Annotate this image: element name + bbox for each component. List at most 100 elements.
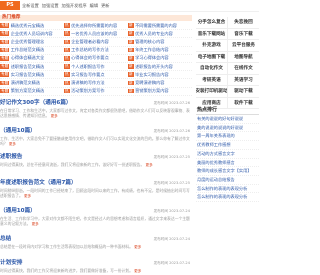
- link-item[interactable]: 新学习心得体会内容: [128, 55, 192, 61]
- link-item[interactable]: 热优先选择你所需要的内容: [64, 23, 128, 29]
- sidebar-category-grid: 分手怎么复合 失恋挽回 音乐下载网站 音乐下载 扑克游戏 云平台服务 电子地图下载 地图导航自…: [196, 17, 259, 109]
- link-item[interactable]: 热企业管理者必看内容: [64, 39, 128, 45]
- sidebar-link[interactable]: 地图导航: [228, 52, 259, 63]
- link-text[interactable]: 毕业实习报告内容: [135, 72, 169, 78]
- top-nav-item[interactable]: 编辑: [90, 2, 98, 10]
- link-text[interactable]: 实习报告写作要点: [71, 72, 105, 78]
- link-tag: 专题: [0, 47, 10, 53]
- hot-ranking-item[interactable]: 有关的说说的好句好说说: [196, 115, 259, 124]
- link-item[interactable]: 新年终工作总结内容: [128, 47, 192, 53]
- hot-ranking-item[interactable]: 教师的成长感言文字【实用】: [196, 167, 259, 176]
- link-item[interactable]: 新管理的核心内容: [128, 39, 192, 45]
- link-item[interactable]: 专题 企业优秀管理理念: [0, 39, 64, 45]
- link-item[interactable]: 新不同需要所需要的内容: [128, 23, 192, 29]
- link-item[interactable]: 专题 实习报告范文精选: [0, 72, 64, 78]
- article-summary: 在生活、工作和学习中，大家对作文都不陌生吧，作文是经过人的思想考虑和语言组织，通…: [0, 216, 192, 227]
- hot-ranking-item[interactable]: 活动的方式感言文字: [196, 150, 259, 159]
- sidebar-link[interactable]: 分手怎么复合: [196, 17, 228, 28]
- more-link[interactable]: 更多: [32, 222, 39, 226]
- top-bar: PS 全新设置 加强设置 加强开发程序 编辑 更新: [0, 0, 259, 12]
- more-link[interactable]: 更多: [24, 194, 31, 198]
- sidebar-link[interactable]: 自动化作文: [196, 63, 228, 74]
- link-item[interactable]: 专题 策划方案范文精选: [0, 88, 64, 94]
- link-text[interactable]: 工作总结范文精选: [11, 47, 45, 53]
- link-item[interactable]: 新述职报告的开头内容: [128, 64, 192, 70]
- hot-ranking-item[interactable]: 月度的运动总结报告: [196, 176, 259, 185]
- more-link[interactable]: 更多: [134, 269, 141, 273]
- more-link[interactable]: 更多: [9, 142, 16, 146]
- sidebar-link[interactable]: 电子地图下载: [196, 51, 228, 62]
- sidebar-link[interactable]: 安装打印机驱动: [196, 86, 228, 97]
- link-text[interactable]: 工作总结的写作方法: [71, 47, 109, 53]
- top-nav-item[interactable]: 加强开发程序: [62, 2, 87, 10]
- hot-ranking-item[interactable]: 第一周年关系表现的: [196, 132, 259, 142]
- link-text[interactable]: 学习心得体会内容: [135, 55, 169, 61]
- sidebar-link[interactable]: 失恋挽回: [228, 17, 259, 28]
- link-item[interactable]: 新营销策划方案内容: [128, 88, 192, 94]
- link-item[interactable]: 热心得体会的写作要点: [64, 55, 128, 61]
- link-text[interactable]: 个人述职报告写作: [71, 64, 105, 70]
- link-text[interactable]: 述职报告范文精选: [11, 64, 45, 70]
- link-item[interactable]: 专题 述职报告范文精选: [0, 64, 64, 70]
- link-text[interactable]: 年终工作总结内容: [135, 47, 169, 53]
- sidebar-link[interactable]: 英语学习: [228, 75, 259, 86]
- link-item[interactable]: 新毕业实习报告内容: [128, 72, 192, 78]
- link-item[interactable]: 热工作总结的写作方法: [64, 47, 128, 53]
- link-text[interactable]: 管理的核心内容: [135, 39, 164, 45]
- link-text[interactable]: 演讲稿范文精选: [11, 80, 40, 86]
- more-link[interactable]: 更多: [134, 245, 141, 249]
- link-text[interactable]: 优秀人员的专业内容: [135, 31, 173, 37]
- sidebar-link[interactable]: 扑克游戏: [196, 40, 228, 51]
- link-text[interactable]: 一名优秀人员应该的内容: [71, 31, 117, 37]
- link-text[interactable]: 竞聘演讲稿内容: [135, 80, 164, 86]
- link-item[interactable]: 专题 演讲稿范文精选: [0, 80, 64, 86]
- link-text[interactable]: 企业优秀人员培训内容: [11, 31, 53, 37]
- hot-ranking-item[interactable]: 美的说说的说说的好说说: [196, 124, 259, 133]
- link-text[interactable]: 不同需要所需要的内容: [135, 23, 177, 29]
- link-item[interactable]: 热实习报告写作要点: [64, 72, 128, 78]
- link-text[interactable]: 实习报告范文精选: [11, 72, 45, 78]
- hot-ranking-item[interactable]: 美丽的优秀教师感言: [196, 159, 259, 168]
- link-text[interactable]: 心得体会的写作要点: [71, 55, 109, 61]
- link-item[interactable]: 热演讲稿的写作方法: [64, 80, 128, 86]
- top-nav-item[interactable]: 全新设置: [22, 2, 39, 10]
- site-logo[interactable]: PS: [0, 1, 20, 10]
- link-text[interactable]: 精选优秀元宝精选: [11, 23, 45, 29]
- sidebar-link[interactable]: 云平台服务: [228, 40, 259, 51]
- link-item[interactable]: 专题 心得体会精选大全: [0, 55, 64, 61]
- link-item[interactable]: 新优秀人员的专业内容: [128, 31, 192, 37]
- sidebar-link[interactable]: 音乐下载: [228, 29, 259, 40]
- link-tag: 热: [64, 72, 70, 78]
- link-item[interactable]: 专题 企业优秀人员培训内容: [0, 31, 64, 37]
- top-nav-item[interactable]: 加强设置: [42, 2, 59, 10]
- more-link[interactable]: 更多: [146, 163, 153, 167]
- link-item[interactable]: 热一名优秀人员应该的内容: [64, 31, 128, 37]
- link-text[interactable]: 企业优秀管理理念: [11, 39, 45, 45]
- link-item[interactable]: 专题 工作总结范文精选: [0, 47, 64, 53]
- link-tag: 热: [64, 31, 70, 37]
- link-text[interactable]: 优先选择你所需要的内容: [71, 23, 117, 29]
- top-nav-item[interactable]: 更新: [101, 2, 109, 10]
- link-text[interactable]: 企业管理者必看内容: [71, 39, 109, 45]
- link-text[interactable]: 策划方案范文精选: [11, 88, 45, 94]
- link-text[interactable]: 述职报告的开头内容: [135, 64, 173, 70]
- link-item[interactable]: 热活动策划方案写作: [64, 88, 128, 94]
- link-tag: 新: [128, 31, 134, 37]
- hot-ranking-heading: 热点排行: [196, 106, 259, 115]
- link-text[interactable]: 心得体会精选大全: [11, 55, 45, 61]
- sidebar-link[interactable]: 驱动下载: [228, 86, 259, 97]
- link-item[interactable]: 热个人述职报告写作: [64, 64, 128, 70]
- link-item[interactable]: 新竞聘演讲稿内容: [128, 80, 192, 86]
- hot-ranking-item[interactable]: 优秀教师工作感想: [196, 141, 259, 150]
- link-text[interactable]: 营销策划方案内容: [135, 88, 169, 94]
- hot-ranking-item[interactable]: 怎么制作的表现的表现分析: [196, 193, 259, 203]
- link-text[interactable]: 活动策划方案写作: [71, 88, 105, 94]
- link-text[interactable]: 演讲稿的写作方法: [71, 80, 105, 86]
- sidebar-link[interactable]: 在线作文: [228, 63, 259, 74]
- article-date: 发布时间 2023-07-26: [153, 101, 190, 105]
- sidebar-link[interactable]: 考研英语: [196, 74, 228, 85]
- more-link[interactable]: 更多: [51, 114, 58, 118]
- hot-ranking-item[interactable]: 怎么制作的表现的表现分析: [196, 185, 259, 194]
- link-item[interactable]: 专题 精选优秀元宝精选: [0, 23, 64, 29]
- sidebar-link[interactable]: 音乐下载网站: [196, 28, 228, 39]
